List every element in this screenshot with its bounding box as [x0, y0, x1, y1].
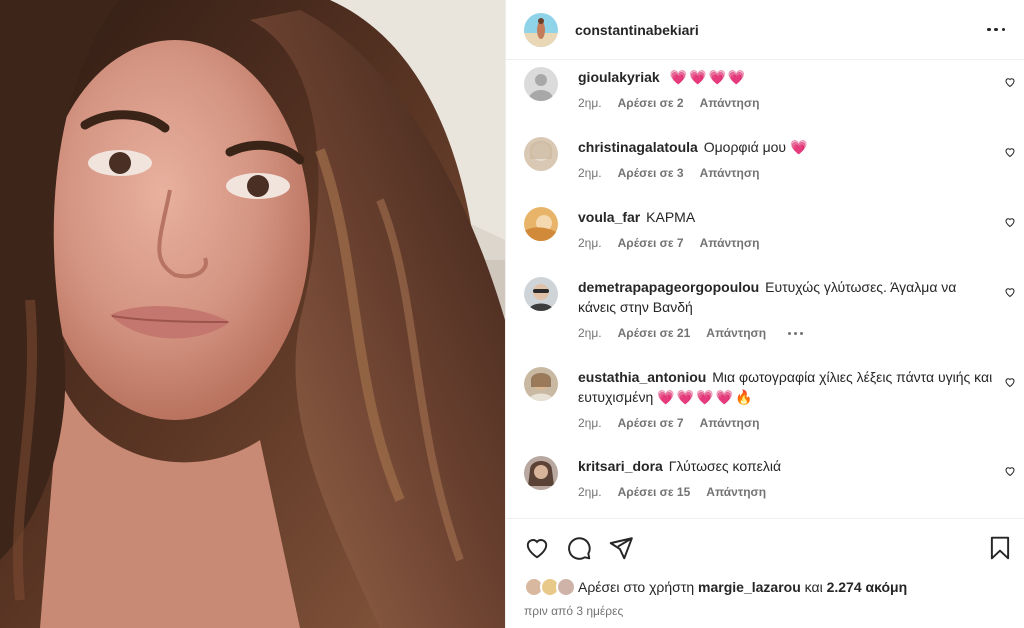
comment-username[interactable]: demetrapapageorgopoulou: [578, 279, 759, 295]
post-side-panel: constantinabekiari gioulakyriak 💗💗💗💗 2ημ…: [505, 0, 1024, 628]
reply-button[interactable]: Απάντηση: [706, 485, 766, 499]
action-bar: [524, 535, 1013, 561]
reply-button[interactable]: Απάντηση: [706, 326, 766, 340]
commenter-avatar[interactable]: [524, 137, 558, 171]
comment-emoji: 💗💗💗💗: [669, 69, 748, 85]
commenter-avatar[interactable]: [524, 367, 558, 401]
author-avatar[interactable]: [524, 12, 558, 47]
comment-like-heart-icon[interactable]: [1004, 216, 1016, 228]
likes-joiner: και: [804, 579, 823, 595]
comment-meta: 2ημ. Αρέσει σε 3 Απάντηση: [578, 166, 759, 180]
comments-list: gioulakyriak 💗💗💗💗 2ημ. Αρέσει σε 2 Απάντ…: [506, 61, 1024, 518]
comment-likes[interactable]: Αρέσει σε 21: [618, 326, 691, 340]
comment-like-heart-icon[interactable]: [1004, 286, 1016, 298]
comment-body: voula_far ΚΑΡΜΑ: [578, 207, 998, 227]
comment-text: Γλύτωσες κοπελιά: [668, 458, 782, 474]
comment-likes[interactable]: Αρέσει σε 15: [618, 485, 691, 499]
comment-text: Ομορφιά μου: [703, 139, 787, 155]
comment-likes[interactable]: Αρέσει σε 2: [618, 96, 684, 110]
comment-meta: 2ημ. Αρέσει σε 7 Απάντηση: [578, 416, 759, 430]
comment-age[interactable]: 2ημ.: [578, 166, 602, 180]
reply-button[interactable]: Απάντηση: [700, 166, 760, 180]
post-photo[interactable]: [0, 0, 505, 628]
comment-meta: 2ημ. Αρέσει σε 15 Απάντηση: [578, 485, 766, 499]
likes-count[interactable]: 2.274 ακόμη: [827, 579, 908, 595]
post-header: constantinabekiari: [506, 0, 1024, 60]
comment-body: gioulakyriak 💗💗💗💗: [578, 67, 998, 87]
comment-body: christinagalatoula Ομορφιά μου 💗: [578, 137, 998, 157]
comment-like-heart-icon[interactable]: [1004, 376, 1016, 388]
comment-age[interactable]: 2ημ.: [578, 485, 602, 499]
comment-meta: 2ημ. Αρέσει σε 7 Απάντηση: [578, 236, 759, 250]
comment-username[interactable]: christinagalatoula: [578, 139, 698, 155]
comment-like-heart-icon[interactable]: [1004, 146, 1016, 158]
liker-avatars: [524, 577, 578, 597]
comment-text: ΚΑΡΜΑ: [646, 209, 696, 225]
comment-body: kritsari_dora Γλύτωσες κοπελιά: [578, 456, 998, 476]
comment-likes[interactable]: Αρέσει σε 7: [618, 236, 684, 250]
likes-user[interactable]: margie_lazarou: [698, 579, 801, 595]
paper-plane-icon[interactable]: [608, 535, 634, 561]
comment-likes[interactable]: Αρέσει σε 7: [618, 416, 684, 430]
comment-options-icon[interactable]: [788, 331, 804, 335]
author-username[interactable]: constantinabekiari: [575, 22, 984, 38]
likes-summary[interactable]: Αρέσει στο χρήστη margie_lazarou και 2.2…: [524, 577, 907, 597]
reply-button[interactable]: Απάντηση: [700, 96, 760, 110]
comment-age[interactable]: 2ημ.: [578, 236, 602, 250]
commenter-avatar[interactable]: [524, 277, 558, 311]
portrait-image: [0, 0, 505, 628]
comment-like-heart-icon[interactable]: [1004, 76, 1016, 88]
comment-emoji: 💗: [790, 139, 810, 155]
comment-likes[interactable]: Αρέσει σε 3: [618, 166, 684, 180]
comment-username[interactable]: voula_far: [578, 209, 640, 225]
more-horizontal-icon[interactable]: [984, 18, 1008, 42]
reply-button[interactable]: Απάντηση: [700, 236, 760, 250]
comment-age[interactable]: 2ημ.: [578, 416, 602, 430]
comment-like-heart-icon[interactable]: [1004, 465, 1016, 477]
comment-username[interactable]: eustathia_antoniou: [578, 369, 706, 385]
commenter-avatar[interactable]: [524, 67, 558, 101]
reply-button[interactable]: Απάντηση: [700, 416, 760, 430]
comment-username[interactable]: gioulakyriak: [578, 69, 660, 85]
comment-body: demetrapapageorgopoulou Ευτυχώς γλύτωσες…: [578, 277, 998, 317]
comment-body: eustathia_antoniou Μια φωτογραφία χίλιες…: [578, 367, 998, 407]
bookmark-icon[interactable]: [987, 535, 1013, 561]
comment-username[interactable]: kritsari_dora: [578, 458, 663, 474]
comment-emoji: 💗💗💗💗🔥: [657, 389, 755, 405]
comment-meta: 2ημ. Αρέσει σε 2 Απάντηση: [578, 96, 759, 110]
post-timestamp[interactable]: πριν από 3 ημέρες: [524, 604, 623, 618]
post-actions: Αρέσει στο χρήστη margie_lazarou και 2.2…: [506, 518, 1024, 628]
likes-prefix: Αρέσει στο χρήστη: [578, 579, 695, 595]
commenter-avatar[interactable]: [524, 207, 558, 241]
comment-bubble-icon[interactable]: [566, 535, 592, 561]
commenter-avatar[interactable]: [524, 456, 558, 490]
comment-age[interactable]: 2ημ.: [578, 96, 602, 110]
comment-meta: 2ημ. Αρέσει σε 21 Απάντηση: [578, 326, 804, 340]
heart-outline-icon[interactable]: [524, 535, 550, 561]
comment-age[interactable]: 2ημ.: [578, 326, 602, 340]
